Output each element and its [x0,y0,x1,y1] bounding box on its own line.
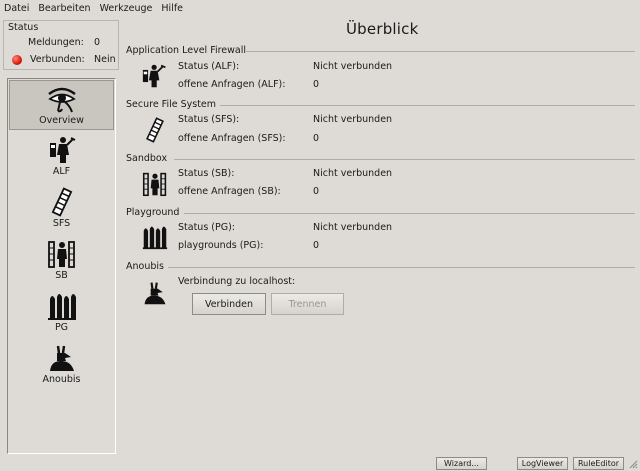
sfs-pillar-icon [146,117,164,143]
requests-alf-value: 0 [313,79,320,90]
section-divider [220,105,635,106]
status-sfs-label: Status (SFS): [178,114,240,125]
sidebar: Overview ALF SFS SB PG Anoubis [7,78,116,454]
ruleeditor-button[interactable]: RuleEditor [573,457,624,470]
playground-columns-icon [142,226,168,250]
section-title-sfs: Secure File System [126,99,217,110]
menu-bar: Datei Bearbeiten Werkzeuge Hilfe [0,0,640,16]
anoubis-jackal-icon [144,282,166,305]
status-sb-value: Nicht verbunden [313,168,393,179]
status-title: Status [8,22,39,33]
requests-sb-label: offene Anfragen (SB): [178,186,281,197]
playgrounds-pg-label: playgrounds (PG): [178,240,264,251]
meldungen-value: 0 [94,37,101,48]
status-alf-label: Status (ALF): [178,61,240,72]
connection-led-icon [12,55,22,65]
sidebar-item-label: SB [55,270,68,281]
connection-label: Verbindung zu localhost: [178,276,296,287]
section-divider [174,159,635,160]
status-panel: Status Meldungen: 0 Verbunden: Nein [3,20,119,70]
sidebar-item-label: ALF [52,166,71,177]
requests-sfs-value: 0 [313,133,320,144]
playground-columns-icon [47,294,76,320]
menu-datei[interactable]: Datei [4,3,29,14]
sandbox-figure-icon [47,241,75,268]
section-title-anoubis: Anoubis [126,261,164,272]
playgrounds-pg-value: 0 [313,240,320,251]
sidebar-item-anoubis[interactable]: Anoubis [9,340,114,390]
sidebar-item-label: Anoubis [42,374,81,385]
sidebar-item-pg[interactable]: PG [9,288,114,338]
status-sfs-value: Nicht verbunden [313,114,393,125]
anoubis-jackal-icon [49,345,74,371]
sandbox-figure-icon [142,172,167,197]
sidebar-item-alf[interactable]: ALF [9,132,114,182]
menu-werkzeuge[interactable]: Werkzeuge [100,3,153,14]
page-title: Überblick [346,20,419,38]
menu-hilfe[interactable]: Hilfe [161,3,183,14]
sidebar-item-overview[interactable]: Overview [9,80,114,130]
section-divider [168,267,635,268]
section-title-playground: Playground [126,207,180,218]
status-pg-label: Status (PG): [178,222,235,233]
verbunden-value: Nein [94,54,116,65]
alf-figure-icon [49,137,75,163]
connect-button[interactable]: Verbinden [192,293,266,315]
alf-figure-icon [142,64,166,88]
requests-sb-value: 0 [313,186,320,197]
section-divider [184,213,635,214]
wizard-button[interactable]: Wizard... [436,457,487,470]
requests-alf-label: offene Anfragen (ALF): [178,79,286,90]
sidebar-item-label: PG [54,322,69,333]
sidebar-item-label: Overview [39,115,84,126]
section-divider [246,51,635,52]
logviewer-button[interactable]: LogViewer [517,457,568,470]
status-pg-value: Nicht verbunden [313,222,393,233]
requests-sfs-label: offene Anfragen (SFS): [178,133,286,144]
sidebar-item-sb[interactable]: SB [9,236,114,286]
sfs-pillar-icon [51,187,72,217]
status-sb-label: Status (SB): [178,168,235,179]
resize-grip-icon[interactable] [628,459,638,469]
sidebar-item-label: SFS [52,218,71,229]
menu-bearbeiten[interactable]: Bearbeiten [38,3,90,14]
sidebar-item-sfs[interactable]: SFS [9,184,114,234]
section-title-sandbox: Sandbox [126,153,168,164]
meldungen-label: Meldungen: [28,37,84,48]
verbunden-label: Verbunden: [30,54,85,65]
section-title-alf: Application Level Firewall [126,45,247,56]
status-alf-value: Nicht verbunden [313,61,393,72]
eye-icon [47,87,76,113]
disconnect-button[interactable]: Trennen [271,293,344,315]
